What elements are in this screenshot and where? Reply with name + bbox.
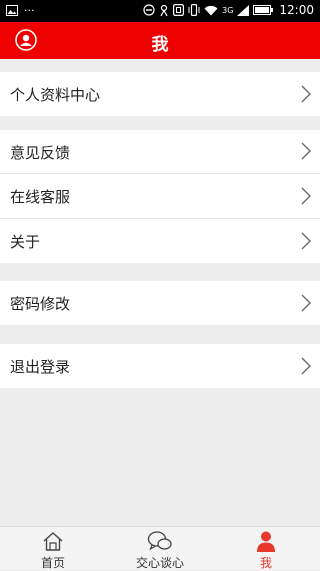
menu-item-label: 关于	[10, 233, 41, 251]
image-icon	[6, 5, 18, 16]
menu-item-profile-center[interactable]: 个人资料中心	[0, 72, 320, 116]
page-title: 我	[151, 35, 169, 55]
nav-tab-label: 我	[259, 556, 272, 570]
app-header: 我	[0, 22, 320, 59]
chevron-right-icon	[301, 357, 311, 375]
home-icon	[43, 532, 63, 551]
signal-icon	[237, 4, 250, 16]
alarm-icon	[160, 4, 168, 16]
chat-bubbles-icon	[147, 531, 172, 551]
menu-item-label: 密码修改	[10, 295, 71, 313]
chevron-right-icon	[301, 294, 311, 312]
person-icon	[257, 531, 275, 552]
battery-icon	[253, 5, 274, 15]
menu-item-label: 退出登录	[10, 358, 71, 376]
nav-tab-label: 交心谈心	[135, 556, 184, 570]
menu-item-label: 在线客服	[10, 188, 71, 206]
chevron-right-icon	[301, 232, 311, 250]
chevron-right-icon	[301, 85, 311, 103]
bottom-nav: 首页 交心谈心 我	[0, 526, 320, 570]
nav-tab-home[interactable]: 首页	[18, 527, 88, 570]
network-type-label: 3G	[222, 5, 234, 15]
menu-item-label: 个人资料中心	[10, 86, 101, 104]
more-dots-icon: ···	[24, 4, 35, 17]
menu-item-change-password[interactable]: 密码修改	[0, 281, 320, 325]
nfc-icon	[173, 4, 185, 16]
status-time: 12:00	[279, 3, 314, 17]
chevron-right-icon	[301, 187, 311, 205]
nav-tab-label: 首页	[40, 556, 65, 570]
status-bar: ··· 3G 12:00	[0, 0, 320, 22]
menu-item-online-service[interactable]: 在线客服	[0, 174, 320, 218]
status-bar-left: ···	[6, 4, 35, 17]
vibrate-icon	[188, 4, 200, 16]
nav-tab-me[interactable]: 我	[236, 527, 296, 570]
status-bar-right: 3G 12:00	[143, 3, 314, 17]
chevron-right-icon	[301, 142, 311, 160]
nav-tab-heart-talk[interactable]: 交心谈心	[123, 527, 197, 570]
menu-item-label: 意见反馈	[10, 144, 71, 162]
menu-item-about[interactable]: 关于	[0, 219, 320, 263]
minus-circle-icon	[143, 4, 155, 16]
wifi-icon	[204, 5, 218, 15]
menu-item-logout[interactable]: 退出登录	[0, 344, 320, 388]
menu-item-feedback[interactable]: 意见反馈	[0, 130, 320, 173]
